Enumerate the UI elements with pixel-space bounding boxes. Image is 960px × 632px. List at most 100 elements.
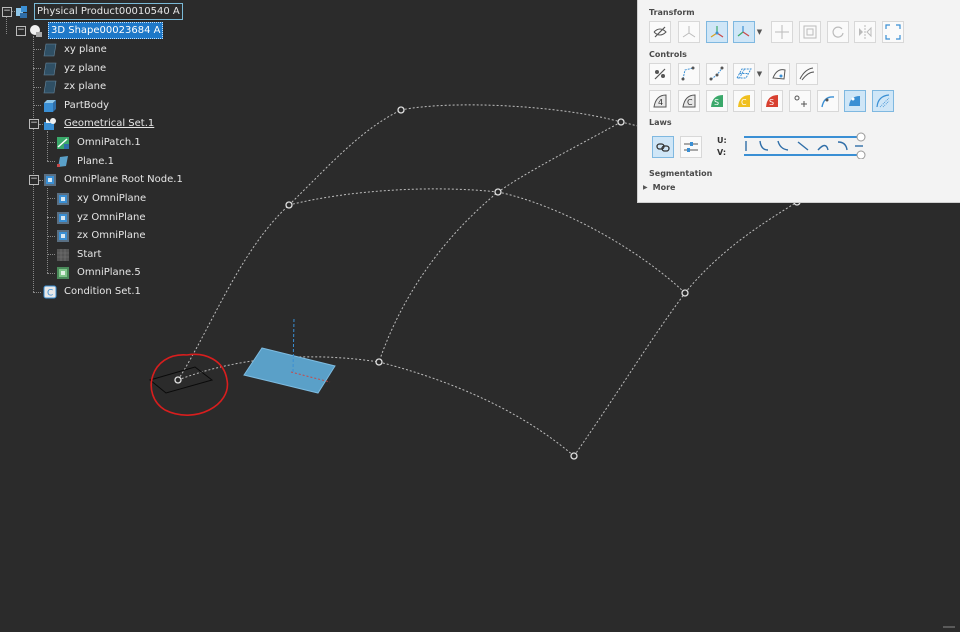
tree-item-omniplane5[interactable]: OmniPlane.5 xyxy=(56,264,143,281)
svg-text:S: S xyxy=(769,98,774,107)
v-law-label: V: xyxy=(717,148,727,157)
rotate-button[interactable] xyxy=(827,21,849,43)
robot-axis-icon xyxy=(737,26,750,37)
chevron-right-icon: ▶ xyxy=(643,184,648,191)
surface-flatten-icon xyxy=(799,67,815,81)
tree-item-label: Geometrical Set.1 xyxy=(64,118,155,129)
hide-button[interactable] xyxy=(649,21,671,43)
robot-button[interactable] xyxy=(706,21,728,43)
tree-item-label: yz OmniPlane xyxy=(77,212,146,223)
chevron-down-icon[interactable]: ▼ xyxy=(756,63,763,85)
tree-item-label: OmniPlane Root Node.1 xyxy=(64,174,183,185)
mesh-icon xyxy=(736,68,752,79)
law-settings-button[interactable] xyxy=(680,136,702,158)
omniplane-icon xyxy=(56,229,70,243)
condition-set-icon: C xyxy=(43,285,57,299)
patch-isoline-u1c xyxy=(684,201,798,294)
tree-item-label: xy plane xyxy=(64,44,107,55)
tree-item-label: zx plane xyxy=(64,81,107,92)
tree-item-partbody[interactable]: PartBody xyxy=(43,97,111,114)
u-law-label: U: xyxy=(717,136,727,145)
tree-item-label: OmniPlane.5 xyxy=(77,267,141,278)
tree-item-omnipatch[interactable]: OmniPatch.1 xyxy=(56,134,143,151)
svg-text:C: C xyxy=(47,288,53,298)
surface-blend-button[interactable] xyxy=(872,90,894,112)
mesh-button[interactable] xyxy=(733,63,755,85)
collapse-toggle[interactable]: − xyxy=(29,175,39,185)
hide-controls-icon xyxy=(654,68,666,80)
control-points-button[interactable] xyxy=(706,63,728,85)
svg-text:4: 4 xyxy=(658,98,663,107)
tree-item-zx-plane[interactable]: zx plane xyxy=(43,78,108,95)
tree-item-plane1[interactable]: Plane.1 xyxy=(56,153,116,170)
tree-item-yz-omniplane[interactable]: yz OmniPlane xyxy=(56,209,148,226)
omnipatch-icon xyxy=(56,136,70,150)
control-polygon-icon xyxy=(681,66,695,81)
continuity-green-button[interactable]: S xyxy=(706,90,728,112)
move-icon xyxy=(775,25,789,39)
condition-c-button[interactable]: C xyxy=(678,90,700,112)
continuity-red-icon: S xyxy=(766,95,778,107)
fit-button[interactable] xyxy=(882,21,904,43)
condition-c-icon: C xyxy=(682,94,696,108)
red-annotation-circle xyxy=(150,353,229,416)
patch-isoline-u1b xyxy=(497,191,686,294)
link-icon xyxy=(656,143,670,152)
add-point-button[interactable] xyxy=(789,90,811,112)
surface-control-button[interactable] xyxy=(768,63,790,85)
chevron-down-icon[interactable]: ▼ xyxy=(756,21,763,43)
move-button[interactable] xyxy=(771,21,793,43)
surface-condition-button[interactable] xyxy=(844,90,866,112)
law-sliders[interactable] xyxy=(742,131,868,159)
tree-item-label: 3D Shape00023684 A xyxy=(48,22,164,39)
tree-item-physical-product[interactable]: Physical Product00010540 A xyxy=(15,3,183,20)
more-label: More xyxy=(652,183,676,192)
section-laws-title: Laws xyxy=(649,118,672,127)
surface-condition-icon xyxy=(849,96,860,106)
patch-edge-top xyxy=(400,104,622,123)
plane-icon xyxy=(43,43,57,57)
tree-item-condition-set[interactable]: C Condition Set.1 xyxy=(43,283,143,300)
curve-condition-button[interactable] xyxy=(817,90,839,112)
collapse-toggle[interactable]: − xyxy=(29,119,39,129)
collapse-toggle[interactable]: − xyxy=(16,26,26,36)
add-point-icon xyxy=(794,95,807,107)
robot-options-button[interactable] xyxy=(733,21,755,43)
section-segmentation-title: Segmentation xyxy=(649,169,713,178)
tree-item-yz-plane[interactable]: yz plane xyxy=(43,60,108,77)
tree-item-geometrical-set[interactable]: Geometrical Set.1 xyxy=(43,115,156,132)
link-laws-button[interactable] xyxy=(652,136,674,158)
law-settings-icon xyxy=(684,142,698,152)
geometrical-set-icon xyxy=(43,117,57,131)
tree-item-zx-omniplane[interactable]: zx OmniPlane xyxy=(56,227,148,244)
control-point xyxy=(494,188,502,196)
condition-a-button[interactable]: 4 xyxy=(649,90,671,112)
tree-item-3d-shape[interactable]: 3D Shape00023684 A xyxy=(29,22,164,39)
tree-item-start[interactable]: Start xyxy=(56,246,103,263)
more-expander[interactable]: ▶ More xyxy=(643,183,675,192)
mirror-button[interactable] xyxy=(854,21,876,43)
omniplane-panel: Transform ▼ Controls ▼ 4 C S C S Laws U:… xyxy=(637,0,960,203)
control-point xyxy=(397,106,405,114)
continuity-red-button[interactable]: S xyxy=(761,90,783,112)
control-point xyxy=(375,358,383,366)
tree-item-omniplane-root[interactable]: OmniPlane Root Node.1 xyxy=(43,171,185,188)
blue-plane xyxy=(243,347,336,394)
patch-isoline-u1a xyxy=(288,188,499,206)
start-icon xyxy=(56,248,70,262)
tree-item-label: Condition Set.1 xyxy=(64,286,141,297)
surface-flatten-button[interactable] xyxy=(796,63,818,85)
control-polygon-button[interactable] xyxy=(678,63,700,85)
patch-edge-bottom-b xyxy=(378,361,575,457)
tree-item-xy-omniplane[interactable]: xy OmniPlane xyxy=(56,190,148,207)
transform-axis-button[interactable] xyxy=(678,21,700,43)
surface-control-icon xyxy=(772,69,786,80)
rotate-icon xyxy=(832,26,844,38)
scale-button[interactable] xyxy=(799,21,821,43)
control-point xyxy=(617,118,625,126)
section-transform-title: Transform xyxy=(649,8,695,17)
hide-controls-button[interactable] xyxy=(649,63,671,85)
collapse-toggle[interactable]: − xyxy=(2,7,12,17)
tree-item-xy-plane[interactable]: xy plane xyxy=(43,41,109,58)
continuity-yellow-button[interactable]: C xyxy=(733,90,755,112)
